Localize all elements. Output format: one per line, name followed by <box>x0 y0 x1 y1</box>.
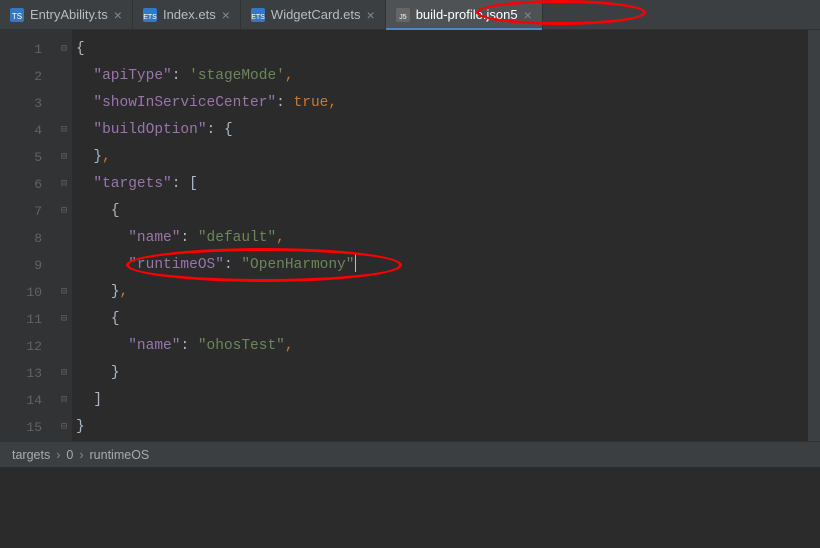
fold-close-icon[interactable]: ⊟ <box>56 279 72 306</box>
brace: { <box>111 311 120 327</box>
comma: , <box>285 338 294 354</box>
brace: { <box>76 41 85 57</box>
bracket: [ <box>189 176 198 192</box>
json-string: "ohosTest" <box>198 338 285 354</box>
tab-widgetcard[interactable]: ETS WidgetCard.ets × <box>241 0 386 29</box>
colon: : <box>207 122 224 138</box>
bracket: ] <box>93 392 102 408</box>
json-key: "showInServiceCenter" <box>93 95 276 111</box>
json5-file-icon: J5 <box>396 8 410 22</box>
json-string: 'stageMode' <box>189 68 285 84</box>
tab-label: EntryAbility.ts <box>30 7 108 22</box>
json-bool: true <box>294 95 329 111</box>
comma: , <box>120 284 129 300</box>
colon: : <box>180 230 197 246</box>
fold-open-icon[interactable]: ⊟ <box>56 306 72 333</box>
colon: : <box>276 95 293 111</box>
tab-label: Index.ets <box>163 7 216 22</box>
breadcrumb-item[interactable]: runtimeOS <box>90 448 150 462</box>
line-number: 1 <box>6 36 42 63</box>
json-key: "buildOption" <box>93 122 206 138</box>
json-string: "OpenHarmony" <box>241 257 354 273</box>
fold-close-icon[interactable]: ⊟ <box>56 360 72 387</box>
comma: , <box>276 230 285 246</box>
line-number: 8 <box>6 225 42 252</box>
line-number: 10 <box>6 279 42 306</box>
fold-open-icon[interactable]: ⊟ <box>56 198 72 225</box>
close-icon[interactable]: × <box>524 7 532 23</box>
line-number: 6 <box>6 171 42 198</box>
close-icon[interactable]: × <box>367 7 375 23</box>
line-number: 14 <box>6 387 42 414</box>
line-number-gutter: 1 2 3 4 5 6 7 8 9 10 11 12 13 14 15 <box>6 30 56 441</box>
chevron-right-icon: › <box>79 448 83 462</box>
breadcrumb-item[interactable]: targets <box>12 448 50 462</box>
line-number: 7 <box>6 198 42 225</box>
line-number: 3 <box>6 90 42 117</box>
brace: } <box>93 149 102 165</box>
fold-open-icon[interactable]: ⊟ <box>56 117 72 144</box>
tab-bar: TS EntryAbility.ts × ETS Index.ets × ETS… <box>0 0 820 30</box>
line-number: 15 <box>6 414 42 441</box>
colon: : <box>172 68 189 84</box>
comma: , <box>102 149 111 165</box>
json-key: "name" <box>128 338 180 354</box>
line-number: 9 <box>6 252 42 279</box>
colon: : <box>224 257 241 273</box>
svg-text:ETS: ETS <box>143 14 157 21</box>
json-key: "name" <box>128 230 180 246</box>
tab-build-profile[interactable]: J5 build-profile.json5 × <box>386 0 543 29</box>
line-number: 4 <box>6 117 42 144</box>
tab-label: WidgetCard.ets <box>271 7 361 22</box>
fold-close-icon[interactable]: ⊟ <box>56 387 72 414</box>
ets-file-icon: ETS <box>251 8 265 22</box>
brace: } <box>111 284 120 300</box>
fold-open-icon[interactable]: ⊟ <box>56 36 72 63</box>
brace: } <box>111 365 120 381</box>
brace: { <box>224 122 233 138</box>
fold-close-icon[interactable]: ⊟ <box>56 144 72 171</box>
json-string: "default" <box>198 230 276 246</box>
chevron-right-icon: › <box>56 448 60 462</box>
comma: , <box>285 68 294 84</box>
colon: : <box>172 176 189 192</box>
colon: : <box>180 338 197 354</box>
line-number: 11 <box>6 306 42 333</box>
ets-file-icon: ETS <box>143 8 157 22</box>
fold-gutter: ⊟ ⊟ ⊟ ⊟ ⊟ ⊟ ⊟ ⊟ ⊟ ⊟ <box>56 30 72 441</box>
brace: } <box>76 419 85 435</box>
line-number: 12 <box>6 333 42 360</box>
brace: { <box>111 203 120 219</box>
json-key: "apiType" <box>93 68 171 84</box>
code-content[interactable]: { "apiType": 'stageMode', "showInService… <box>72 30 808 441</box>
close-icon[interactable]: × <box>222 7 230 23</box>
line-number: 5 <box>6 144 42 171</box>
fold-open-icon[interactable]: ⊟ <box>56 171 72 198</box>
comma: , <box>328 95 337 111</box>
code-editor[interactable]: 1 2 3 4 5 6 7 8 9 10 11 12 13 14 15 ⊟ ⊟ … <box>0 30 820 441</box>
fold-close-icon[interactable]: ⊟ <box>56 414 72 441</box>
tab-entryability[interactable]: TS EntryAbility.ts × <box>0 0 133 29</box>
svg-text:TS: TS <box>12 12 22 21</box>
scroll-marker-bar <box>808 30 820 441</box>
line-number: 13 <box>6 360 42 387</box>
svg-text:ETS: ETS <box>251 14 265 21</box>
text-cursor <box>355 254 356 272</box>
json-key: "runtimeOS" <box>128 257 224 273</box>
close-icon[interactable]: × <box>114 7 122 23</box>
breadcrumb-item[interactable]: 0 <box>66 448 73 462</box>
svg-text:J5: J5 <box>399 14 407 21</box>
tab-index[interactable]: ETS Index.ets × <box>133 0 241 29</box>
json-key: "targets" <box>93 176 171 192</box>
tab-label: build-profile.json5 <box>416 7 518 22</box>
ts-file-icon: TS <box>10 8 24 22</box>
breadcrumb[interactable]: targets › 0 › runtimeOS <box>0 441 820 467</box>
line-number: 2 <box>6 63 42 90</box>
